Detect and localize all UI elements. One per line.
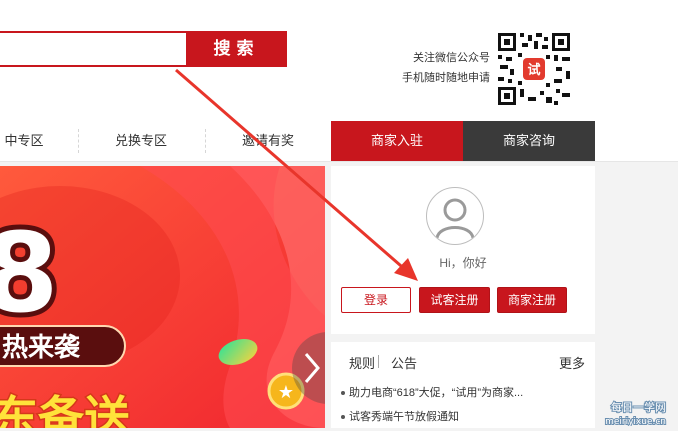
promo-banner[interactable]: 8 热来袭 东备送 ★ [0,166,325,428]
tab-announcement[interactable]: 公告 [391,353,417,372]
wechat-qr-code: 试 [496,31,572,107]
banner-bottom-text: 东备送 [0,391,130,428]
svg-text:meiriyixue.cn: meiriyixue.cn [605,417,666,426]
nav-item-exchange-zone[interactable]: 兑换专区 [95,121,187,161]
user-avatar-icon [435,198,475,239]
more-link[interactable]: 更多 [559,353,585,372]
tab-separator [378,355,379,368]
nav-separator [78,129,79,153]
login-button[interactable]: 登录 [341,287,411,313]
banner-big-digit: 8 [0,209,59,337]
qr-logo-char: 试 [527,62,540,78]
merchant-join-tab[interactable]: 商家入驻 [331,121,463,161]
notice-item-text: 助力电商“618”大促，“试用”为商家... [349,387,524,399]
nav-separator [205,129,206,153]
main-nav: 中专区 兑换专区 邀请有奖 商家入驻 商家咨询 [0,121,678,162]
wechat-follow-text: 关注微信公众号 手机随时随地申请 [385,48,490,88]
nav-item-special-zone[interactable]: 中专区 [0,121,48,161]
chevron-right-icon [304,353,320,383]
header: 搜索 关注微信公众号 手机随时随地申请 试 [0,0,678,121]
greeting-text: Hi，你好 [439,256,487,270]
tab-rules[interactable]: 规则 [349,353,375,372]
search-input[interactable] [0,31,186,67]
merchant-register-button[interactable]: 商家注册 [497,287,567,313]
bullet-icon [341,415,345,420]
watermark-logo: 每日一学网 meiriyixue.cn [604,399,667,428]
nav-item-invite-reward[interactable]: 邀请有奖 [222,121,314,161]
bullet-icon [341,391,345,396]
wechat-follow-line1: 关注微信公众号 [413,52,490,64]
banner-slogan: 热来袭 [2,333,81,363]
list-item[interactable]: 助力电商“618”大促，“试用”为商家... [341,384,523,400]
wechat-follow-line2: 手机随时随地申请 [402,72,490,84]
avatar [426,187,484,245]
banner-artwork: 8 热来袭 东备送 ★ [0,166,325,428]
svg-text:每日一学网: 每日一学网 [611,400,666,414]
user-panel: Hi，你好 登录 试客注册 商家注册 [331,166,595,334]
list-item[interactable]: 试客秀端午节放假通知 [341,408,459,424]
notice-item-text: 试客秀端午节放假通知 [349,411,459,423]
banner-next-arrow[interactable] [292,332,325,404]
watermark: 每日一学网 meiriyixue.cn [548,398,674,428]
search-button[interactable]: 搜索 [186,31,287,67]
merchant-consult-tab[interactable]: 商家咨询 [463,121,595,161]
tester-register-button[interactable]: 试客注册 [419,287,490,313]
